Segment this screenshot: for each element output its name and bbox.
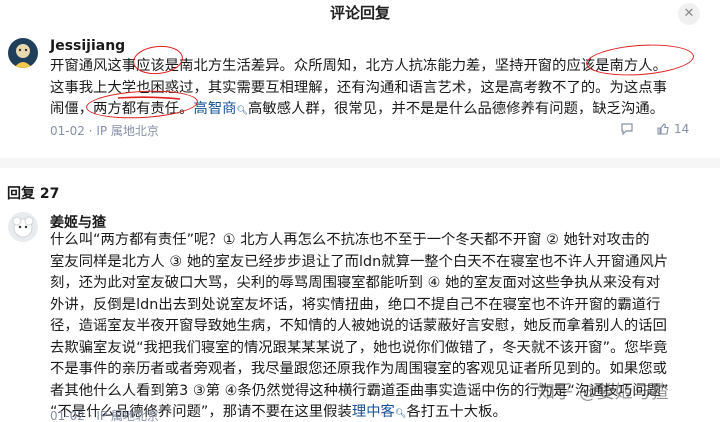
watermark: 知乎 @姜姬与猹 [537,382,669,403]
ip-location: IP 属地北京 [96,409,159,422]
comment-line: 开窗通风这事应该是南北方生活差异。众所周知，北方人抗冻能力差，坚持开窗的应该是南… [50,58,667,74]
comment-line: 外讲，反倒是ldn出去到处说室友坏话，将实情扭曲，绝口不提自己不在寝室也不许开窗… [50,296,661,313]
comment-line: 径，造谣室友半夜开窗导致她生病，不知情的人被她说的话蒙蔽好言安慰，她反而拿着别人… [50,318,667,334]
mention-label: 理中客 [351,404,395,420]
thumbs-up-icon [657,123,669,135]
mention-link[interactable]: 高智商🔍︎ [193,101,248,117]
search-icon: 🔍︎ [394,409,407,419]
section-divider [0,158,720,168]
close-icon[interactable]: ✕ [678,3,700,25]
comment-date: 01-02 [50,409,85,422]
dialog-title: 评论回复 [329,4,390,22]
like-count: 14 [674,122,690,136]
reply-count-title: 回复 27 [7,186,60,202]
avatar-image [8,38,38,68]
comment-text: 各打五十大板。 [406,404,507,420]
like-button[interactable]: 14 [656,122,689,136]
comment-line: 室友同样是北方人 ③ 她的室友已经步步退让了而ldn就算一整个白天不在寝室也不许… [50,253,669,270]
comment-meta: 01-02 · IP 属地北京 [50,124,159,138]
reply-button[interactable] [620,122,638,136]
comment-line: 这事我上大学也困惑过，其实需要互相理解，还有沟通和语言艺术，这是高考教不了的。为… [50,79,667,96]
mention-label: 高智商 [193,101,237,117]
avatar-image [8,212,38,242]
comment-text: 闹僵，两方都有责任。 [50,101,194,117]
comment-line: 刻，还为此对室友破口大骂，尖利的辱骂周围寝室都能听到 ④ 她的室友面对这些争执从… [50,275,661,291]
dialog-header: 评论回复 ✕ [0,0,720,25]
comment-text: 高敏感人群，很常见，并不是是什么品德修养有问题，缺乏沟通。 [248,101,665,117]
comment-author[interactable]: Jessijiang [50,38,125,54]
comment-line: 闹僵，两方都有责任。高智商🔍︎高敏感人群，很常见，并不是是什么品德修养有问题，缺… [50,99,710,121]
avatar[interactable] [8,212,38,242]
comment-date: 01-02 [50,124,85,138]
comment-body: 开窗通风这事应该是南北方生活差异。众所周知，北方人抗冻能力差，坚持开窗的应该是南… [50,56,710,121]
avatar[interactable] [8,38,38,68]
chat-bubble-icon [621,123,633,136]
comment-line: 去欺骗室友说“我把我们寝室的情况跟某某某说了，她也说你们做错了，冬天就不该开窗”… [50,339,668,356]
search-icon: 🔍︎ [236,106,248,116]
mention-link[interactable]: 理中客🔍︎ [352,404,407,420]
comment-meta: 01-02 · IP 属地北京 [50,409,159,422]
comment-author[interactable]: 姜姬与猹 [50,212,106,232]
comment-line: 什么叫“两方都有责任”呢？① 北方人再怎么不抗冻也不至于一个冬天都不开窗 ② 她… [50,232,650,248]
ip-location: IP 属地北京 [96,124,159,138]
